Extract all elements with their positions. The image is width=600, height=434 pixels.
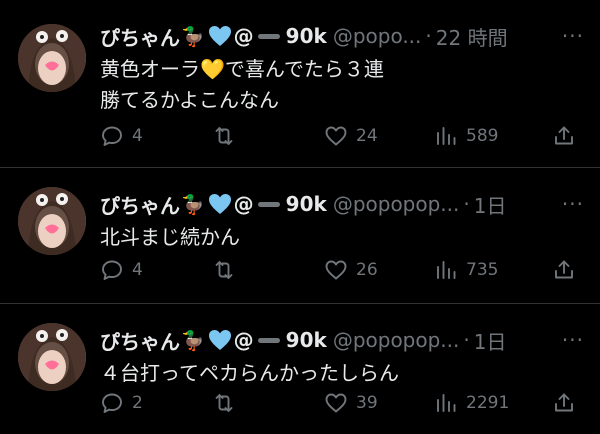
bar-chart-icon [437, 261, 456, 279]
speech-bubble-icon [102, 393, 122, 413]
like-button[interactable]: 24 [324, 124, 378, 148]
reply-count: 4 [132, 260, 143, 280]
tweet[interactable]: ぴちゃん 🦆 @ 90k @popopop... · 1日 ··· 北斗まじ続か… [0, 168, 600, 304]
dash-separator [257, 201, 280, 207]
tweet-text: ４台打ってペカらんかったしらん [100, 358, 586, 389]
timestamp[interactable]: 1日 [474, 326, 507, 355]
tweet-text: 黄色オーラ💛で喜んでたら３連 勝てるかよこんなん [100, 54, 586, 116]
heart-outline-icon [325, 126, 347, 146]
user-handle[interactable]: @popopop... [333, 328, 460, 352]
duck-emoji: 🦆 [181, 329, 205, 352]
blue-heart-emoji [208, 26, 231, 46]
follower-tag: 90k [285, 24, 327, 48]
more-options-icon[interactable]: ··· [562, 328, 584, 352]
retweet-arrows-icon [215, 394, 233, 412]
follower-tag: 90k [285, 328, 327, 352]
display-name[interactable]: ぴちゃん [100, 22, 180, 51]
tweet-text-line: 勝てるかよこんなん [100, 88, 279, 112]
retweet-button[interactable] [212, 258, 244, 282]
separator-dot: · [463, 192, 470, 216]
avatar-image [18, 187, 86, 255]
avatar[interactable] [18, 323, 86, 391]
duck-emoji: 🦆 [181, 193, 205, 216]
blue-heart-emoji [208, 194, 231, 214]
tweet-text: 北斗まじ続かん [100, 222, 586, 253]
reply-button[interactable]: 4 [100, 124, 143, 148]
like-count: 24 [356, 126, 378, 146]
display-name[interactable]: ぴちゃん [100, 326, 180, 355]
view-count: 589 [466, 126, 499, 146]
dash-separator [257, 337, 280, 343]
reply-count: 2 [132, 393, 143, 413]
duck-emoji: 🦆 [181, 25, 205, 48]
share-up-arrow-icon [555, 126, 573, 145]
views-button[interactable]: 589 [434, 124, 498, 148]
reply-button[interactable]: 2 [100, 391, 143, 415]
view-count: 735 [466, 260, 499, 280]
retweet-button[interactable] [212, 124, 244, 148]
avatar-image [18, 24, 86, 92]
tweet-actions: 2 39 2291 [100, 389, 586, 417]
heart-outline-icon [325, 260, 347, 280]
name-suffix: @ [233, 24, 254, 48]
view-count: 2291 [466, 393, 510, 413]
avatar[interactable] [18, 187, 86, 255]
avatar-image [18, 323, 86, 391]
tweet-header: ぴちゃん 🦆 @ 90k @popopop... · 1日 [100, 188, 586, 220]
bar-chart-icon [437, 394, 456, 412]
views-button[interactable]: 735 [434, 258, 498, 282]
display-name[interactable]: ぴちゃん [100, 190, 180, 219]
more-options-icon[interactable]: ··· [562, 192, 584, 216]
blue-heart-emoji [208, 330, 231, 350]
follower-tag: 90k [285, 192, 327, 216]
tweet-text-line: 北斗まじ続かん [100, 225, 240, 249]
tweet-actions: 4 24 589 [100, 122, 586, 150]
speech-bubble-icon [102, 260, 122, 280]
separator-dot: · [425, 24, 432, 48]
timestamp[interactable]: 1日 [474, 190, 507, 219]
separator-dot: · [463, 328, 470, 352]
views-button[interactable]: 2291 [434, 391, 509, 415]
reply-button[interactable]: 4 [100, 258, 143, 282]
timeline-feed: ぴちゃん 🦆 @ 90k @popo... · 22 時間 ··· 黄色オーラ💛… [0, 0, 600, 434]
dash-separator [257, 33, 280, 39]
tweet-text-line: 黄色オーラ💛で喜んでたら３連 [100, 57, 384, 81]
reply-count: 4 [132, 126, 143, 146]
like-count: 39 [356, 393, 378, 413]
tweet[interactable]: ぴちゃん 🦆 @ 90k @popopop... · 1日 ··· ４台打ってペ… [0, 304, 600, 434]
more-options-icon[interactable]: ··· [562, 24, 584, 48]
share-button[interactable] [552, 124, 576, 148]
bar-chart-icon [437, 127, 456, 145]
retweet-arrows-icon [215, 127, 233, 145]
speech-bubble-icon [102, 126, 122, 146]
share-button[interactable] [552, 391, 576, 415]
like-button[interactable]: 39 [324, 391, 378, 415]
retweet-arrows-icon [215, 261, 233, 279]
user-handle[interactable]: @popopop... [333, 192, 460, 216]
share-up-arrow-icon [555, 260, 573, 279]
tweet-actions: 4 26 735 [100, 256, 586, 284]
like-count: 26 [356, 260, 378, 280]
tweet-text-line: ４台打ってペカらんかったしらん [100, 361, 399, 385]
tweet-header: ぴちゃん 🦆 @ 90k @popopop... · 1日 [100, 324, 586, 356]
timestamp[interactable]: 22 時間 [436, 22, 508, 51]
name-suffix: @ [233, 328, 254, 352]
like-button[interactable]: 26 [324, 258, 378, 282]
share-button[interactable] [552, 258, 576, 282]
retweet-button[interactable] [212, 391, 244, 415]
user-handle[interactable]: @popo... [333, 24, 422, 48]
name-suffix: @ [233, 192, 254, 216]
tweet-header: ぴちゃん 🦆 @ 90k @popo... · 22 時間 [100, 20, 586, 52]
share-up-arrow-icon [555, 393, 573, 412]
heart-outline-icon [325, 393, 347, 413]
tweet[interactable]: ぴちゃん 🦆 @ 90k @popo... · 22 時間 ··· 黄色オーラ💛… [0, 0, 600, 168]
avatar[interactable] [18, 24, 86, 92]
